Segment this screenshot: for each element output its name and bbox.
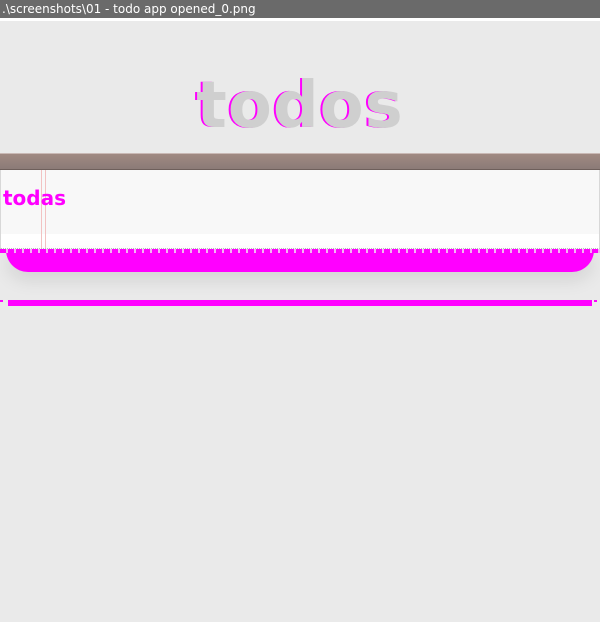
window-title: .\screenshots\01 - todo app opened_0.png xyxy=(2,2,256,16)
app-heading-text: todos xyxy=(196,69,404,143)
paper-stack-layer xyxy=(0,249,600,272)
app-heading: todos xyxy=(0,66,600,146)
window-title-bar: .\screenshots\01 - todo app opened_0.png xyxy=(0,0,600,18)
panel-header-bar xyxy=(0,153,600,170)
paper-stack-layer xyxy=(0,300,600,306)
title-bar-separator xyxy=(0,18,600,21)
new-todo-input[interactable] xyxy=(3,182,563,214)
new-todo-row xyxy=(0,170,600,248)
panel-footer-strip xyxy=(0,234,600,249)
todo-panel xyxy=(0,153,600,249)
